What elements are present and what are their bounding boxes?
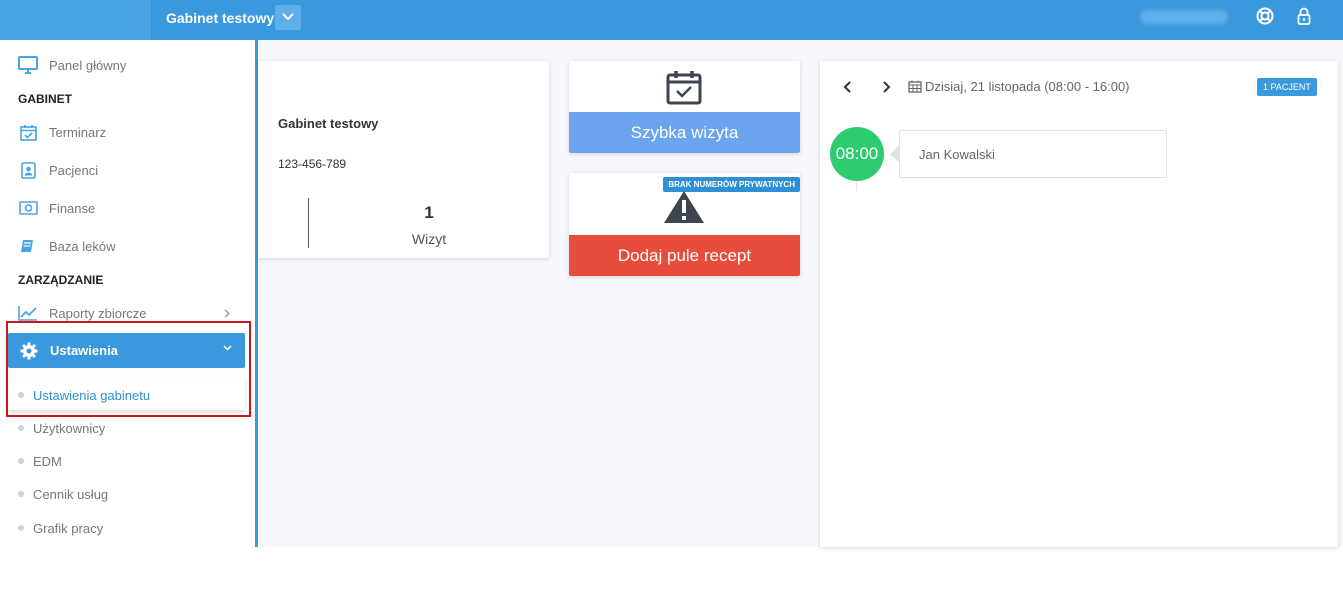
top-bar: Gabinet testowy	[0, 0, 1343, 40]
submenu-grafik-pracy[interactable]: Grafik pracy	[18, 518, 103, 538]
bullet-icon	[18, 425, 24, 431]
section-zarzadzanie: ZARZĄDZANIE	[18, 273, 104, 287]
sidebar-item-baza-lekow[interactable]: Baza leków	[18, 234, 115, 258]
calendar-check-icon	[666, 71, 702, 105]
prescription-card: BRAK NUMERÓW PRYWATNYCH Dodaj pule recep…	[569, 173, 800, 276]
sidebar-item-label: Terminarz	[49, 124, 107, 140]
visits-count: 1	[424, 203, 434, 222]
submenu-label: EDM	[33, 453, 62, 469]
line-chart-icon	[18, 303, 38, 323]
chevron-right-icon[interactable]	[879, 80, 893, 94]
sidebar-item-label: Pacjenci	[49, 162, 99, 178]
money-icon	[18, 198, 38, 218]
submenu-label: Użytkownicy	[33, 420, 106, 436]
appointment-pointer	[890, 146, 899, 162]
schedule-panel: Dzisiaj, 21 listopada (08:00 - 16:00) 1 …	[820, 61, 1338, 547]
calendar-icon	[908, 80, 922, 93]
schedule-date-text: Dzisiaj, 21 listopada (08:00 - 16:00)	[925, 79, 1130, 94]
user-name-blurred[interactable]	[1140, 10, 1228, 24]
sidebar-item-label: Panel główny	[49, 57, 127, 73]
submenu-label: Grafik pracy	[33, 520, 104, 536]
book-icon	[18, 236, 38, 256]
logo-area[interactable]	[0, 0, 151, 40]
chevron-left-icon[interactable]	[841, 80, 855, 94]
sidebar-item-finanse[interactable]: Finanse	[18, 196, 95, 220]
appointment-card[interactable]: Jan Kowalski	[899, 130, 1167, 178]
bullet-icon	[18, 458, 24, 464]
quick-visit-card: Szybka wizyta	[569, 61, 800, 153]
appointment-patient-name: Jan Kowalski	[919, 147, 995, 162]
bullet-icon	[18, 491, 24, 497]
chevron-down-icon	[282, 13, 294, 21]
sidebar-item-label: Raporty zbiorcze	[49, 305, 147, 321]
appointment-time: 08:00	[830, 127, 884, 181]
clinic-selector-label[interactable]: Gabinet testowy	[166, 0, 274, 40]
section-gabinet: GABINET	[18, 92, 72, 106]
sidebar-item-panel[interactable]: Panel główny	[18, 53, 126, 77]
clinic-name: Gabinet testowy	[278, 116, 379, 131]
add-prescription-pool-button[interactable]: Dodaj pule recept	[569, 235, 800, 276]
schedule-date: Dzisiaj, 21 listopada (08:00 - 16:00)	[908, 79, 1130, 94]
calendar-check-icon	[18, 122, 38, 142]
submenu-label: Cennik usług	[33, 486, 109, 502]
submenu-uzytkownicy[interactable]: Użytkownicy	[18, 418, 105, 438]
monitor-icon	[18, 55, 38, 75]
sidebar-item-label: Baza leków	[49, 238, 116, 254]
clinic-info-card: Gabinet testowy 123-456-789 1 Wizyt	[258, 61, 549, 258]
quick-visit-button[interactable]: Szybka wizyta	[569, 112, 800, 153]
clinic-dropdown-button[interactable]	[275, 5, 301, 30]
warning-icon	[664, 191, 704, 223]
bullet-icon	[18, 525, 24, 531]
sidebar-item-terminarz[interactable]: Terminarz	[18, 120, 106, 144]
sidebar-item-label: Finanse	[49, 200, 96, 216]
patient-count-badge: 1 PACJENT	[1257, 78, 1317, 96]
visits-label: Wizyt	[411, 231, 447, 247]
submenu-cennik-uslug[interactable]: Cennik usług	[18, 484, 108, 504]
sidebar-item-pacjenci[interactable]: Pacjenci	[18, 158, 98, 182]
clinic-phone: 123-456-789	[278, 157, 347, 171]
lifebuoy-icon[interactable]	[1254, 5, 1276, 27]
chevron-right-icon	[224, 309, 230, 318]
submenu-edm[interactable]: EDM	[18, 451, 62, 471]
patient-card-icon	[18, 160, 38, 180]
highlight-annotation-box	[6, 321, 251, 417]
lock-icon[interactable]	[1293, 5, 1315, 27]
